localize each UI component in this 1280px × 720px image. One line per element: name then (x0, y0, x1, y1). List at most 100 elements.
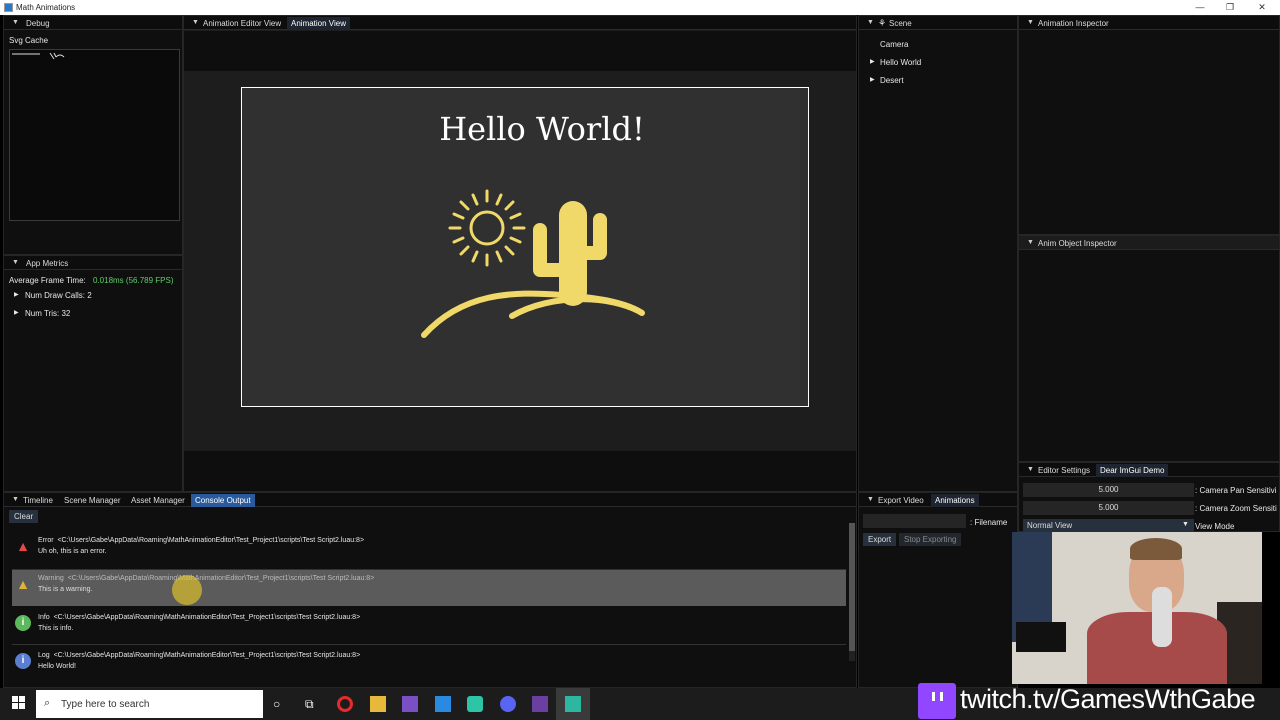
entry-message: Hello World! (38, 663, 76, 670)
discord-icon[interactable] (500, 696, 516, 712)
expand-arrow-icon[interactable]: ▶ (14, 309, 19, 316)
collapse-arrow-icon[interactable]: ▼ (1027, 466, 1034, 473)
entry-level: Warning (38, 575, 64, 582)
expand-arrow-icon[interactable]: ▶ (14, 291, 19, 298)
frame-time-value: 0.018ms (56.789 FPS) (93, 276, 174, 285)
maximize-button[interactable]: ❐ (1215, 0, 1245, 15)
tab-asset-manager[interactable]: Asset Manager (127, 494, 189, 507)
entry-message: This is a warning. (38, 586, 93, 593)
collapse-arrow-icon[interactable]: ▼ (867, 19, 874, 26)
tab-animation-view[interactable]: Animation View (287, 17, 350, 30)
tab-scene[interactable]: Scene (885, 17, 916, 30)
console-entry-info[interactable]: i Info <C:\Users\Gabe\AppData\Roaming\Ma… (12, 609, 846, 645)
taskbar-search-box[interactable]: ⌕ Type here to search (36, 690, 263, 718)
vscode-icon[interactable] (435, 696, 451, 712)
console-entry-log[interactable]: i Log <C:\Users\Gabe\AppData\Roaming\Mat… (12, 647, 846, 683)
camera-zoom-field[interactable]: 5.000 (1023, 501, 1194, 515)
app-icon (4, 3, 13, 12)
math-animations-taskbar-icon[interactable] (565, 696, 581, 712)
active-app-highlight[interactable] (556, 688, 590, 720)
tab-scene-manager[interactable]: Scene Manager (60, 494, 124, 507)
tab-debug[interactable]: Debug (22, 17, 54, 30)
draw-calls-item[interactable]: Num Draw Calls: 2 (25, 291, 92, 300)
frame-time-label: Average Frame Time: (9, 276, 86, 285)
webcam-keyboard (1016, 622, 1066, 652)
tab-timeline[interactable]: Timeline (19, 494, 57, 507)
debug-header: ▼ Debug (4, 16, 182, 30)
camera-pan-field[interactable]: 5.000 (1023, 483, 1194, 497)
view-mode-label: View Mode (1195, 522, 1235, 531)
tab-console-output[interactable]: Console Output (191, 494, 255, 507)
console-entry-error[interactable]: ▲ Error <C:\Users\Gabe\AppData\Roaming\M… (12, 532, 846, 568)
collapse-arrow-icon[interactable]: ▼ (12, 259, 19, 266)
visual-studio-icon[interactable] (402, 696, 418, 712)
collapse-arrow-icon[interactable]: ▼ (192, 19, 199, 26)
tab-app-metrics[interactable]: App Metrics (22, 257, 72, 270)
animation-inspector-panel: ▼ Animation Inspector (1018, 15, 1280, 235)
close-button[interactable]: ✕ (1247, 0, 1277, 15)
tab-animations[interactable]: Animations (931, 494, 979, 507)
scene-header: ▼ ⚘ Scene (859, 16, 1017, 30)
console-entry-warning[interactable]: ▲ Warning <C:\Users\Gabe\AppData\Roaming… (12, 570, 846, 606)
canvas-heading: Hello World! (439, 110, 645, 148)
twitch-icon-eye-right (940, 692, 943, 701)
cortana-icon[interactable]: ○ (273, 697, 280, 711)
collapse-arrow-icon[interactable]: ▼ (1027, 19, 1034, 26)
debug-panel: ▼ Debug Svg Cache (3, 15, 183, 255)
tab-export-video[interactable]: Export Video (874, 494, 928, 507)
search-placeholder: Type here to search (61, 699, 150, 710)
opera-icon[interactable] (337, 696, 353, 712)
console-entry-header: Info <C:\Users\Gabe\AppData\Roaming\Math… (38, 614, 360, 621)
tab-dear-imgui-demo[interactable]: Dear ImGui Demo (1096, 464, 1169, 477)
scene-panel: ▼ ⚘ Scene Camera ▶ Hello World ▶ Desert (858, 15, 1018, 492)
tab-editor-settings[interactable]: Editor Settings (1034, 464, 1094, 477)
scene-item-hello-world[interactable]: Hello World (880, 58, 921, 67)
windows-start-icon[interactable] (12, 696, 28, 712)
app-metrics-panel: ▼ App Metrics Average Frame Time: 0.018m… (3, 255, 183, 492)
tab-anim-object-inspector[interactable]: Anim Object Inspector (1034, 237, 1121, 250)
collapse-arrow-icon[interactable]: ▼ (12, 19, 19, 26)
expand-arrow-icon[interactable]: ▶ (870, 58, 875, 65)
scene-item-desert[interactable]: Desert (880, 76, 904, 85)
log-icon: i (15, 653, 31, 669)
export-header: ▼ Export Video Animations (859, 493, 1017, 507)
entry-message: This is info. (38, 625, 74, 632)
collapse-arrow-icon[interactable]: ▼ (12, 496, 19, 503)
editor-settings-panel: ▼ Editor Settings Dear ImGui Demo 5.000 … (1018, 462, 1280, 533)
tab-animation-inspector[interactable]: Animation Inspector (1034, 17, 1113, 30)
app-icon-green[interactable] (467, 696, 483, 712)
scrollbar-thumb[interactable] (849, 523, 855, 651)
view-bottom-bar (184, 451, 856, 491)
minimize-button[interactable]: — (1185, 0, 1215, 15)
error-icon: ▲ (16, 538, 30, 554)
webcam-person-hair (1130, 538, 1182, 560)
collapse-arrow-icon[interactable]: ▼ (867, 496, 874, 503)
webcam-overlay (1012, 532, 1262, 684)
tris-item[interactable]: Num Tris: 32 (25, 309, 70, 318)
scene-item-camera[interactable]: Camera (880, 40, 908, 49)
animation-canvas[interactable]: Hello World! (241, 87, 809, 407)
expand-arrow-icon[interactable]: ▶ (870, 76, 875, 83)
task-view-icon[interactable]: ⧉ (305, 697, 314, 712)
view-top-bar (184, 31, 856, 71)
camera-pan-label: : Camera Pan Sensitivi (1195, 486, 1277, 495)
entry-level: Error (38, 537, 54, 544)
stop-exporting-button[interactable]: Stop Exporting (899, 533, 962, 546)
clear-button[interactable]: Clear (9, 510, 39, 523)
chevron-down-icon[interactable]: ▼ (1182, 521, 1189, 528)
app-icon-purple[interactable] (532, 696, 548, 712)
bottom-tabs-header: ▼ Timeline Scene Manager Asset Manager C… (4, 493, 856, 507)
animation-view-header: ▼ Animation Editor View Animation View (184, 16, 856, 30)
view-mode-select[interactable]: Normal View (1023, 519, 1194, 533)
console-scrollbar[interactable] (849, 523, 855, 661)
file-explorer-icon[interactable] (370, 696, 386, 712)
export-button[interactable]: Export (863, 533, 897, 546)
filename-input[interactable] (863, 514, 966, 528)
collapse-arrow-icon[interactable]: ▼ (1027, 239, 1034, 246)
editor-settings-header: ▼ Editor Settings Dear ImGui Demo (1019, 463, 1279, 477)
webcam-microphone (1152, 587, 1172, 647)
console-entry-header: Error <C:\Users\Gabe\AppData\Roaming\Mat… (38, 537, 364, 544)
anim-object-inspector-header: ▼ Anim Object Inspector (1019, 236, 1279, 250)
tab-animation-editor-view[interactable]: Animation Editor View (199, 17, 285, 30)
animation-view-panel: ▼ Animation Editor View Animation View H… (183, 15, 857, 492)
